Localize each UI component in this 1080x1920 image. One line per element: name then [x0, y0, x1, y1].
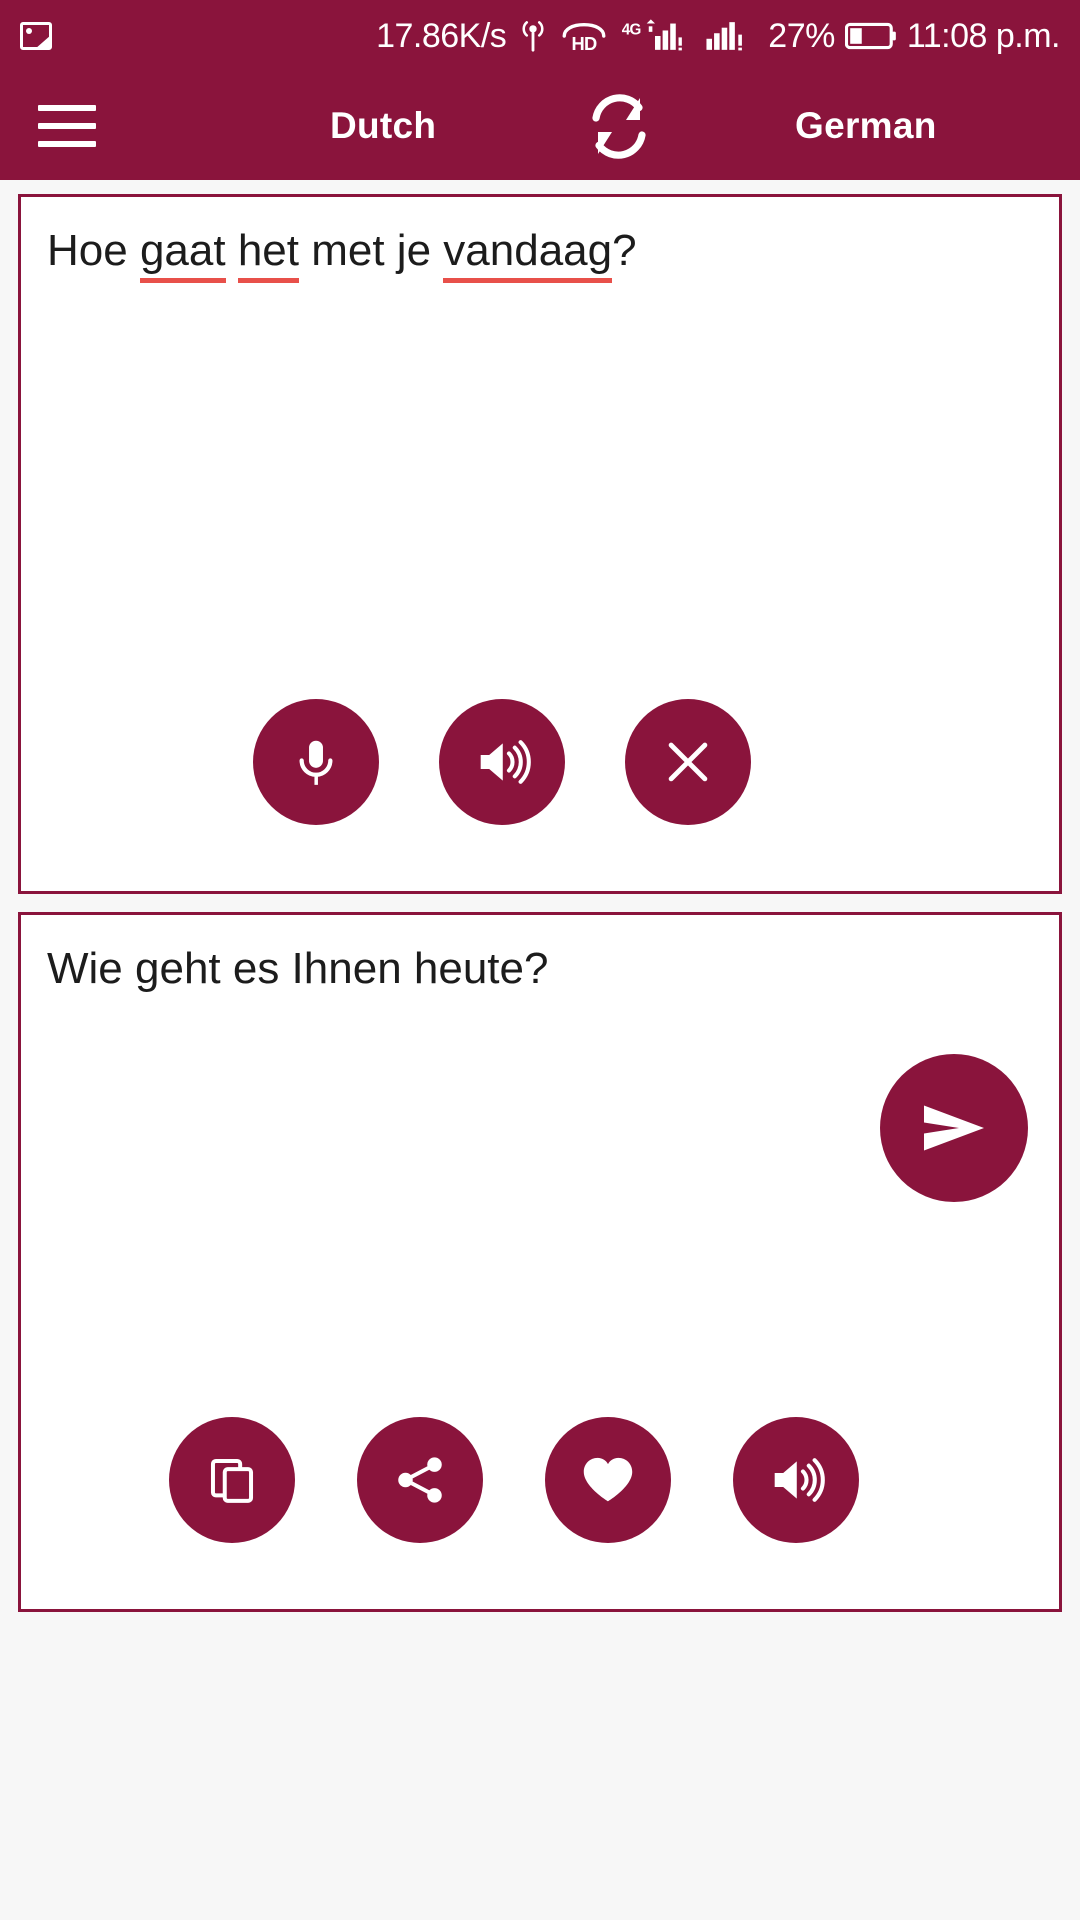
microphone-button[interactable] — [253, 699, 379, 825]
share-button[interactable] — [357, 1417, 483, 1543]
misspelled-word: het — [237, 226, 299, 275]
source-action-row — [21, 699, 1059, 891]
hamburger-menu-icon[interactable] — [38, 105, 96, 147]
speaker-icon — [471, 731, 533, 793]
network-speed-label: 17.86K/s — [376, 16, 507, 55]
clear-text-button[interactable] — [625, 699, 751, 825]
speak-source-button[interactable] — [439, 699, 565, 825]
target-action-row — [21, 1417, 1059, 1609]
source-text-segment: met je — [299, 226, 444, 275]
image-icon — [20, 22, 52, 50]
misspelled-word: vandaag — [443, 226, 613, 275]
status-bar-right: 17.86K/s HD 4G 27% 11:08 p.m. — [376, 17, 1060, 56]
app-bar: Dutch German — [0, 72, 1080, 180]
source-language-selector[interactable]: Dutch — [330, 105, 436, 147]
speaker-icon — [765, 1449, 827, 1511]
signal-bars-sim1-icon: 4G — [618, 18, 692, 54]
source-text-segment — [226, 226, 238, 275]
misspelled-word: gaat — [139, 226, 226, 275]
signal-bars-sim2-icon — [702, 18, 758, 54]
source-text-segment: ? — [612, 226, 637, 275]
translated-text: Wie geht es Ihnen heute? — [47, 944, 549, 993]
hamburger-line — [38, 123, 96, 129]
copy-button[interactable] — [169, 1417, 295, 1543]
copy-icon — [203, 1451, 261, 1509]
battery-icon — [844, 21, 897, 51]
target-language-selector[interactable]: German — [795, 105, 937, 147]
source-text-segment: Hoe — [47, 226, 140, 275]
svg-text:4G: 4G — [622, 22, 641, 39]
source-text-card[interactable]: Hoe gaat het met je vandaag? — [18, 194, 1062, 894]
source-text-input[interactable]: Hoe gaat het met je vandaag? — [21, 197, 1059, 278]
microphone-icon — [285, 731, 347, 793]
hamburger-line — [38, 141, 96, 147]
svg-text:HD: HD — [572, 33, 598, 53]
share-icon — [391, 1451, 449, 1509]
favorite-button[interactable] — [545, 1417, 671, 1543]
swap-languages-button[interactable] — [575, 86, 663, 166]
hamburger-line — [38, 105, 96, 111]
speak-target-button[interactable] — [733, 1417, 859, 1543]
swap-languages-icon — [577, 87, 661, 165]
translate-send-button[interactable] — [880, 1054, 1028, 1202]
status-bar: 17.86K/s HD 4G 27% 11:08 p.m. — [0, 0, 1080, 72]
close-icon — [658, 732, 718, 792]
hotspot-icon — [516, 17, 550, 55]
hd-voice-icon: HD — [560, 19, 608, 53]
heart-icon — [577, 1449, 639, 1511]
clock-label: 11:08 p.m. — [906, 16, 1061, 55]
send-icon — [914, 1088, 994, 1168]
battery-percent-label: 27% — [768, 16, 835, 55]
target-text-card[interactable]: Wie geht es Ihnen heute? — [18, 912, 1062, 1612]
status-bar-left — [20, 22, 52, 50]
translation-content: Hoe gaat het met je vandaag? Wie geht es… — [0, 194, 1080, 1920]
